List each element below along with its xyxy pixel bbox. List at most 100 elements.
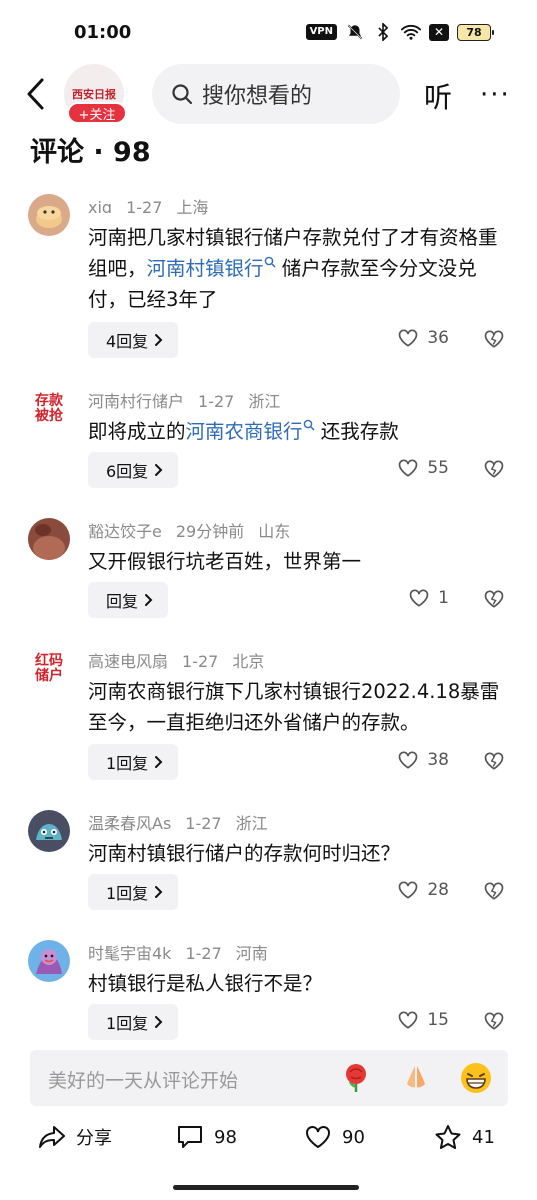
comment-meta: 温柔春风As 1-27 浙江 [88,810,282,834]
dislike-button[interactable] [483,1011,505,1033]
search-icon [172,84,193,105]
replies-label: 4回复 [106,332,149,351]
heart-icon [399,459,418,477]
battery-icon: 78 [457,23,494,41]
grin-emoji-button[interactable] [458,1060,494,1096]
comment-date: 1-27 [185,944,222,963]
comments-count: 98 [214,1126,237,1148]
comment-icon [178,1126,202,1148]
replies-label: 1回复 [106,1014,149,1033]
user-avatar[interactable] [28,518,70,560]
like-button[interactable]: 90 [304,1124,365,1150]
comment-input[interactable]: 美好的一天从评论开始 [30,1050,508,1106]
replies-button[interactable]: 4回复 [88,322,179,358]
comment-date: 1-27 [182,652,219,671]
comment-location: 上海 [176,198,209,217]
comment-text: 河南把几家村镇银行储户存款兑付了才有资格重组吧，河南村镇银行 储户存款至今分文没… [88,222,508,315]
comment-text-part: 河南农商银行旗下几家村镇银行2022.4.18暴雷至今，一直拒绝归还外省储户的存… [88,680,500,734]
user-avatar[interactable]: 红码储户 [28,648,70,690]
replies-button[interactable]: 6回复 [88,452,179,488]
search-link[interactable]: 河南农商银行 [186,419,315,443]
account-avatar[interactable]: 西安日报 +关注 [64,64,128,124]
search-link[interactable]: 河南村镇银行 [147,256,276,280]
comment-location: 河南 [235,944,268,963]
replies-label: 回复 [106,592,139,611]
header: 西安日报 +关注 搜你想看的 听 ··· [0,62,537,126]
rose-emoji-button[interactable] [338,1060,374,1096]
comment-text: 即将成立的河南农商银行 还我存款 [88,416,508,447]
user-avatar[interactable] [28,810,70,852]
pray-emoji-button[interactable] [398,1060,434,1096]
comment-date: 29分钟前 [175,522,245,541]
follow-button[interactable]: +关注 [67,102,127,124]
comments-button[interactable]: 98 [176,1124,237,1150]
user-avatar[interactable]: 存款被抢 [28,388,70,430]
user-avatar[interactable] [28,940,70,982]
more-button[interactable]: ··· [480,80,511,110]
heart-icon [399,881,418,899]
chevron-right-icon [155,756,163,768]
comment-like-button[interactable]: 1 [408,588,449,608]
cartoon-avatar-icon [28,940,70,982]
comment-like-button[interactable]: 15 [397,1010,449,1030]
comment-meta: 时髦宇宙4k 1-27 河南 [88,940,282,964]
dislike-button[interactable] [483,589,505,611]
username[interactable]: 豁达饺子e [88,522,162,541]
home-indicator[interactable] [173,1185,359,1190]
share-button[interactable]: 分享 [38,1124,112,1150]
comment-text-part: 还我存款 [314,420,399,443]
dislike-button[interactable] [483,329,505,351]
replies-button[interactable]: 1回复 [88,1004,179,1040]
comment-date: 1-27 [185,814,222,833]
heart-icon [409,589,429,607]
comment-like-button[interactable]: 38 [397,750,449,770]
username[interactable]: 河南村行储户 [88,392,184,411]
comment-meta: xiɑ 1-27 上海 [88,194,222,218]
heart-icon [399,329,418,347]
heart-icon [399,751,418,769]
comment-like-button[interactable]: 36 [397,328,449,348]
comment-input-placeholder: 美好的一天从评论开始 [48,1070,239,1092]
status-bar: 01:00 VPN ✕ 78 [0,0,537,64]
search-input[interactable]: 搜你想看的 [152,64,400,124]
comment-like-button[interactable]: 55 [397,458,449,478]
comment-like-count: 36 [427,328,449,348]
chevron-right-icon [155,886,163,898]
broken-heart-icon [484,330,504,348]
avatar-text: 存款被抢 [35,393,63,424]
comment-location: 北京 [232,652,265,671]
comment-text: 河南农商银行旗下几家村镇银行2022.4.18暴雷至今，一直拒绝归还外省储户的存… [88,676,508,738]
grin-icon [461,1063,491,1093]
star-icon [435,1125,461,1149]
avatar-text: 红码储户 [35,653,63,684]
pray-icon [407,1066,425,1088]
comment-like-button[interactable]: 28 [397,880,449,900]
dislike-button[interactable] [483,751,505,773]
user-avatar[interactable] [28,194,70,236]
chevron-left-icon [27,78,44,110]
username[interactable]: 时髦宇宙4k [88,944,171,963]
monster-avatar-icon [28,810,70,852]
dislike-button[interactable] [483,459,505,481]
likes-count: 90 [342,1126,365,1148]
username[interactable]: xiɑ [88,198,112,217]
comment-like-count: 38 [427,750,449,770]
username[interactable]: 温柔春风As [88,814,171,833]
replies-button[interactable]: 回复 [88,582,169,618]
replies-label: 1回复 [106,754,149,773]
photo-avatar-icon [28,518,70,560]
username[interactable]: 高速电风扇 [88,652,168,671]
listen-button[interactable]: 听 [424,76,452,116]
search-link-icon [264,256,276,267]
favorite-button[interactable]: 41 [434,1124,495,1150]
replies-button[interactable]: 1回复 [88,744,179,780]
bluetooth-icon [373,22,393,42]
heart-icon [399,1011,418,1029]
replies-button[interactable]: 1回复 [88,874,179,910]
signal-off-icon: ✕ [429,23,449,41]
share-icon [39,1126,65,1148]
broken-heart-icon [484,752,504,770]
search-link-icon [303,419,315,430]
dislike-button[interactable] [483,881,505,903]
back-button[interactable] [24,76,50,112]
